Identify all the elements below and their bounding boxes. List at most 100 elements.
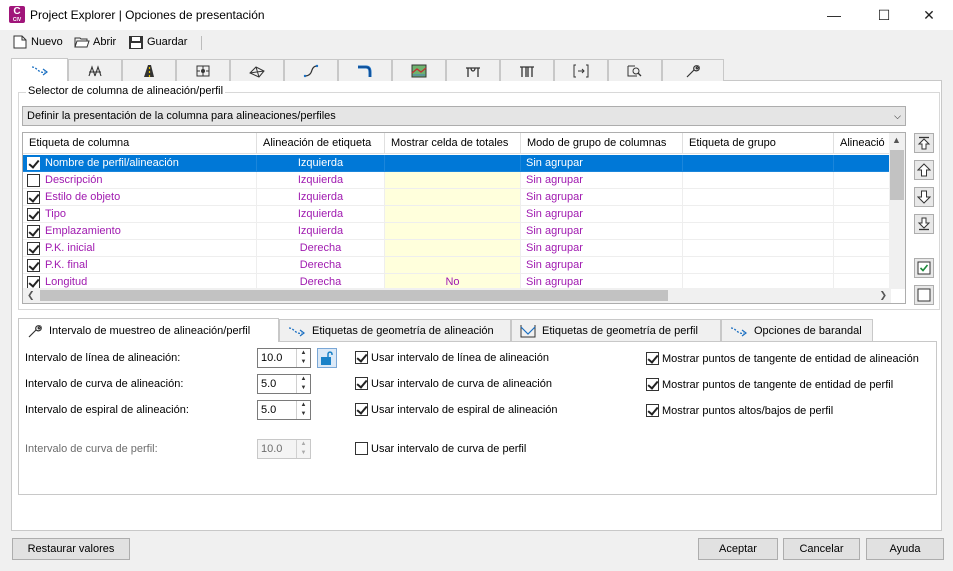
row-totals-cell[interactable] bbox=[385, 172, 521, 189]
use-alignment-spiral-checkbox[interactable] bbox=[355, 403, 368, 416]
vertical-scroll-thumb[interactable] bbox=[890, 150, 904, 200]
spin-buttons[interactable]: ▲ ▼ bbox=[296, 375, 310, 393]
spin-up-icon[interactable]: ▲ bbox=[297, 401, 310, 410]
spin-buttons[interactable]: ▲ ▼ bbox=[296, 440, 310, 458]
row-group-mode-cell[interactable]: Sin agrupar bbox=[521, 172, 683, 189]
row-group-mode-cell[interactable]: Sin agrupar bbox=[521, 155, 683, 172]
spin-buttons[interactable]: ▲ ▼ bbox=[296, 401, 310, 419]
row-label-cell[interactable]: Emplazamiento bbox=[23, 223, 257, 240]
row-alignment-2-cell[interactable] bbox=[834, 155, 891, 172]
profile-curve-interval-input[interactable]: 10.0 ▲ ▼ bbox=[257, 439, 311, 459]
row-totals-cell[interactable] bbox=[385, 206, 521, 223]
row-group-mode-cell[interactable]: Sin agrupar bbox=[521, 240, 683, 257]
close-button[interactable]: ✕ bbox=[906, 0, 952, 30]
row-alignment-cell[interactable]: Izquierda bbox=[257, 189, 385, 206]
table-row[interactable]: P.K. inicial Derecha Sin agrupar bbox=[23, 240, 891, 257]
table-row[interactable]: Descripción Izquierda Sin agrupar bbox=[23, 172, 891, 189]
tab-alignments[interactable] bbox=[11, 58, 68, 81]
spin-up-icon[interactable]: ▲ bbox=[297, 440, 310, 449]
scroll-right-icon[interactable]: ❯ bbox=[879, 290, 887, 301]
open-button[interactable]: Abrir bbox=[74, 34, 116, 50]
table-row[interactable]: Tipo Izquierda Sin agrupar bbox=[23, 206, 891, 223]
table-row[interactable]: Estilo de objeto Izquierda Sin agrupar bbox=[23, 189, 891, 206]
tab-sections[interactable] bbox=[554, 59, 608, 81]
show-tangent-profile-checkbox[interactable] bbox=[646, 378, 659, 391]
tab-surfaces[interactable] bbox=[230, 59, 284, 81]
row-visible-checkbox[interactable] bbox=[27, 157, 40, 170]
tab-structures-2[interactable] bbox=[500, 59, 554, 81]
row-alignment-2-cell[interactable] bbox=[834, 206, 891, 223]
horizontal-scrollbar[interactable]: ❮ ❯ bbox=[23, 288, 891, 303]
spin-buttons[interactable]: ▲ ▼ bbox=[296, 349, 310, 367]
tab-structures[interactable] bbox=[446, 59, 500, 81]
move-top-button[interactable] bbox=[914, 133, 934, 153]
column-header-group-mode[interactable]: Modo de grupo de columnas bbox=[521, 133, 683, 154]
new-button[interactable]: Nuevo bbox=[12, 34, 63, 50]
use-profile-curve-checkbox[interactable] bbox=[355, 442, 368, 455]
tab-feature-lines[interactable] bbox=[608, 59, 662, 81]
row-alignment-2-cell[interactable] bbox=[834, 257, 891, 274]
row-totals-cell[interactable] bbox=[385, 223, 521, 240]
row-group-label-cell[interactable] bbox=[683, 240, 834, 257]
use-alignment-line-checkbox[interactable] bbox=[355, 351, 368, 364]
spin-up-icon[interactable]: ▲ bbox=[297, 349, 310, 358]
tab-profile-geometry-labels[interactable]: Etiquetas de geometría de perfil bbox=[511, 319, 721, 341]
column-header-label[interactable]: Etiqueta de columna bbox=[23, 133, 257, 154]
column-header-alignment[interactable]: Alineación de etiqueta bbox=[257, 133, 385, 154]
row-visible-checkbox[interactable] bbox=[27, 208, 40, 221]
alignment-spiral-interval-input[interactable]: 5.0 ▲ ▼ bbox=[257, 400, 311, 420]
row-group-label-cell[interactable] bbox=[683, 189, 834, 206]
tab-alignment-geometry-labels[interactable]: Etiquetas de geometría de alineación bbox=[279, 319, 511, 341]
row-alignment-2-cell[interactable] bbox=[834, 240, 891, 257]
cancel-button[interactable]: Cancelar bbox=[783, 538, 860, 560]
row-visible-checkbox[interactable] bbox=[27, 242, 40, 255]
alignment-line-interval-input[interactable]: 10.0 ▲ ▼ bbox=[257, 348, 311, 368]
move-down-button[interactable] bbox=[914, 187, 934, 207]
row-group-mode-cell[interactable]: Sin agrupar bbox=[521, 257, 683, 274]
column-header-alignment-2[interactable]: Alineació bbox=[834, 133, 891, 154]
tab-profiles[interactable] bbox=[284, 59, 338, 81]
row-alignment-cell[interactable]: Izquierda bbox=[257, 155, 385, 172]
table-row[interactable]: Emplazamiento Izquierda Sin agrupar bbox=[23, 223, 891, 240]
row-label-cell[interactable]: Descripción bbox=[23, 172, 257, 189]
row-label-cell[interactable]: Nombre de perfil/alineación bbox=[23, 155, 257, 172]
row-group-label-cell[interactable] bbox=[683, 257, 834, 274]
row-group-label-cell[interactable] bbox=[683, 155, 834, 172]
row-totals-cell[interactable] bbox=[385, 155, 521, 172]
row-totals-cell[interactable] bbox=[385, 257, 521, 274]
column-selector-dropdown[interactable]: Definir la presentación de la columna pa… bbox=[22, 106, 906, 126]
scroll-left-icon[interactable]: ❮ bbox=[27, 290, 35, 301]
spin-down-icon[interactable]: ▼ bbox=[297, 449, 310, 458]
row-alignment-cell[interactable]: Izquierda bbox=[257, 223, 385, 240]
row-alignment-cell[interactable]: Izquierda bbox=[257, 206, 385, 223]
column-header-group-label[interactable]: Etiqueta de grupo bbox=[683, 133, 834, 154]
tab-map[interactable] bbox=[392, 59, 446, 81]
table-row[interactable]: P.K. final Derecha Sin agrupar bbox=[23, 257, 891, 274]
spin-down-icon[interactable]: ▼ bbox=[297, 410, 310, 419]
move-bottom-button[interactable] bbox=[914, 214, 934, 234]
tab-general[interactable] bbox=[662, 59, 724, 81]
tab-sampling-interval[interactable]: Intervalo de muestreo de alineación/perf… bbox=[18, 318, 279, 342]
lock-button[interactable] bbox=[317, 348, 337, 368]
vertical-scrollbar[interactable]: ▲ bbox=[889, 133, 905, 289]
tab-pipes[interactable] bbox=[338, 59, 392, 81]
row-alignment-2-cell[interactable] bbox=[834, 172, 891, 189]
table-row[interactable]: Nombre de perfil/alineación Izquierda Sin … bbox=[23, 155, 891, 172]
move-up-button[interactable] bbox=[914, 160, 934, 180]
show-high-low-checkbox[interactable] bbox=[646, 404, 659, 417]
restore-button[interactable]: Restaurar valores bbox=[12, 538, 130, 560]
row-group-label-cell[interactable] bbox=[683, 172, 834, 189]
row-group-label-cell[interactable] bbox=[683, 206, 834, 223]
spin-down-icon[interactable]: ▼ bbox=[297, 358, 310, 367]
row-visible-checkbox[interactable] bbox=[27, 174, 40, 187]
row-group-label-cell[interactable] bbox=[683, 223, 834, 240]
row-alignment-cell[interactable]: Derecha bbox=[257, 240, 385, 257]
row-group-mode-cell[interactable]: Sin agrupar bbox=[521, 189, 683, 206]
row-label-cell[interactable]: P.K. inicial bbox=[23, 240, 257, 257]
row-label-cell[interactable]: Estilo de objeto bbox=[23, 189, 257, 206]
tab-sites[interactable] bbox=[68, 59, 122, 81]
row-label-cell[interactable]: Tipo bbox=[23, 206, 257, 223]
tab-points[interactable] bbox=[176, 59, 230, 81]
row-alignment-2-cell[interactable] bbox=[834, 189, 891, 206]
row-totals-cell[interactable] bbox=[385, 189, 521, 206]
